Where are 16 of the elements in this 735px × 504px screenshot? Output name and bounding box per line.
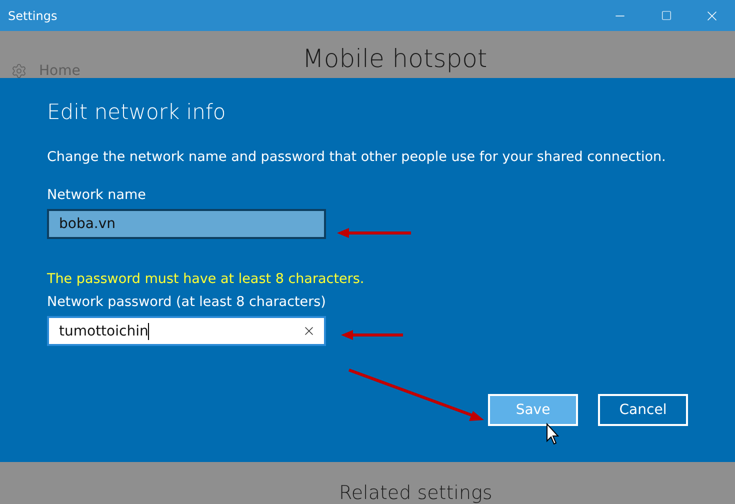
window-title: Settings: [8, 8, 58, 22]
clear-icon[interactable]: [302, 324, 316, 338]
field-label: Network name: [47, 187, 147, 203]
field-label: Network password (at least 8 characters): [47, 294, 327, 310]
mouse-pointer-icon: [546, 422, 560, 445]
input-field[interactable]: tumottoichin: [47, 316, 326, 346]
maximize-icon[interactable]: [660, 10, 672, 21]
input-field[interactable]: boba.vn: [47, 209, 326, 239]
annotation-arrow: [341, 330, 403, 340]
page-title: Mobile hotspot: [302, 43, 488, 75]
error-message: The password must have at least 8 characters.: [47, 271, 366, 287]
cancel-button[interactable]: Cancel: [598, 394, 688, 426]
dialog-title: Edit network info: [47, 100, 227, 124]
section-title: Related settings: [339, 482, 494, 504]
dialog-description: Change the network name and password that other people use for your shared connection.: [47, 149, 667, 165]
settings-icon: [11, 63, 27, 78]
